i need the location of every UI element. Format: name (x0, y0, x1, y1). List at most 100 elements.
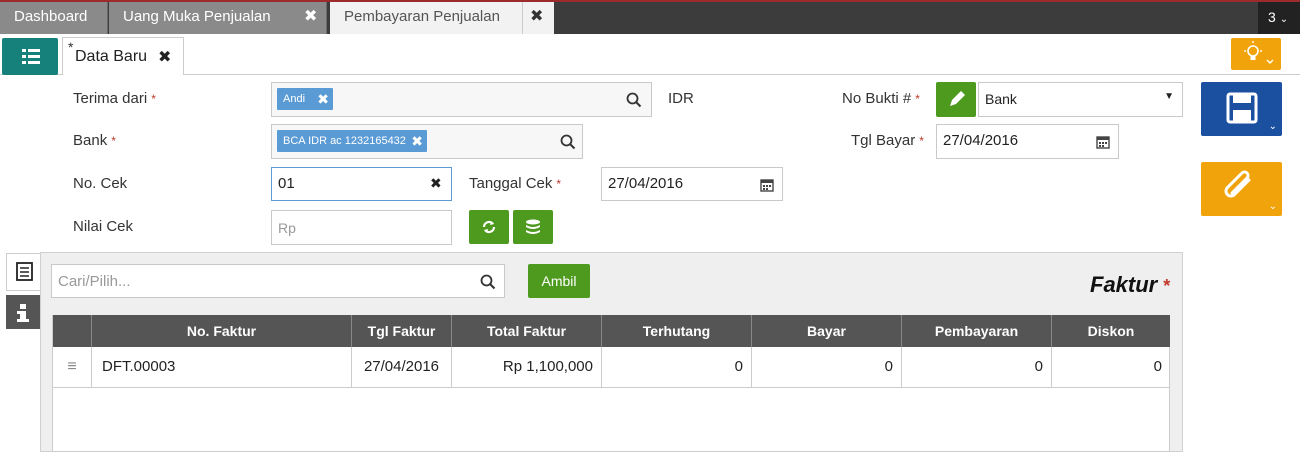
terima-dari-field[interactable]: Andi ✖ (271, 82, 652, 117)
required-marker: * (915, 92, 920, 106)
nilai-cek-input[interactable]: Rp (271, 210, 452, 245)
terima-dari-label-text: Terima dari (73, 90, 148, 107)
save-button[interactable]: ⌄ (1201, 82, 1282, 136)
ambil-button[interactable]: Ambil (528, 264, 590, 298)
close-icon[interactable]: ✖ (530, 2, 543, 32)
info-icon (17, 304, 29, 322)
nilai-cek-placeholder: Rp (278, 220, 296, 236)
search-icon[interactable] (480, 274, 496, 290)
list-icon (22, 49, 40, 64)
subtab-divider (0, 74, 1300, 75)
column-header: Total Faktur (452, 315, 602, 347)
tab-dashboard-label: Dashboard (14, 8, 88, 25)
required-marker: * (111, 134, 116, 148)
column-header: No. Faktur (92, 315, 352, 347)
no-bukti-label-text: No Bukti # (842, 90, 912, 107)
terima-dari-label: Terima dari * (73, 90, 156, 107)
nilai-cek-label: Nilai Cek (73, 218, 134, 235)
edit-no-bukti-button[interactable] (936, 82, 976, 117)
faktur-search-placeholder: Cari/Pilih... (58, 273, 131, 290)
tips-button[interactable] (1231, 38, 1281, 70)
remove-chip-icon[interactable]: ✖ (317, 88, 329, 110)
table-cell-no-faktur[interactable]: DFT.00003 (92, 347, 352, 388)
tgl-bayar-field[interactable]: 27/04/2016 (936, 124, 1119, 159)
bank-chip: BCA IDR ac 1232165432 ✖ (277, 130, 427, 152)
info-tab[interactable] (6, 295, 40, 329)
faktur-title: Faktur * (1090, 272, 1170, 298)
bank-label-text: Bank (73, 132, 108, 149)
pencil-icon (950, 91, 965, 106)
column-header: Terhutang (602, 315, 752, 347)
no-cek-input[interactable]: 01 ✖ (271, 167, 452, 201)
chevron-down-icon: ⌄ (1268, 121, 1277, 132)
search-icon[interactable] (626, 92, 642, 108)
document-list-icon (16, 262, 33, 281)
tab-data-baru[interactable]: * Data Baru ✖ (62, 37, 184, 75)
currency-label: IDR (668, 90, 694, 107)
stack-button[interactable] (513, 210, 553, 244)
tab-pembayaran-label: Pembayaran Penjualan (344, 8, 500, 25)
remove-chip-icon[interactable]: ✖ (411, 130, 423, 152)
detail-list-tab[interactable] (6, 253, 40, 291)
faktur-table: No. Faktur Tgl Faktur Total Faktur Terhu… (52, 315, 1170, 452)
required-marker: * (919, 134, 924, 148)
refresh-icon (482, 220, 496, 234)
table-cell-pembayaran[interactable]: 0 (902, 347, 1052, 388)
table-cell-bayar[interactable]: 0 (752, 347, 902, 388)
no-bukti-value: Bank (985, 91, 1017, 107)
table-cell-diskon[interactable]: 0 (1052, 347, 1170, 388)
column-header: Bayar (752, 315, 902, 347)
tgl-bayar-label-text: Tgl Bayar (851, 132, 916, 149)
table-cell-total-faktur: Rp 1,100,000 (452, 347, 602, 388)
required-marker: * (1163, 276, 1171, 296)
chevron-down-icon: ⌄ (1279, 14, 1289, 25)
tanggal-cek-label-text: Tanggal Cek (469, 175, 553, 192)
tab-count: 3 (1268, 9, 1276, 25)
tgl-bayar-value: 27/04/2016 (943, 132, 1019, 149)
required-marker: * (556, 177, 562, 191)
calendar-icon[interactable] (760, 178, 774, 192)
bank-label: Bank * (73, 132, 116, 149)
tab-pembayaran-penjualan[interactable]: Pembayaran Penjualan ✖ (330, 2, 554, 34)
bank-chip-label: BCA IDR ac 1232165432 (283, 135, 406, 147)
tab-uang-muka-penjualan[interactable]: Uang Muka Penjualan ✖ (109, 2, 327, 34)
faktur-search-input[interactable]: Cari/Pilih... (51, 264, 505, 298)
tab-data-baru-label: Data Baru (75, 48, 148, 65)
table-cell-terhutang: 0 (602, 347, 752, 388)
attachment-button[interactable]: ⌄ (1201, 162, 1282, 216)
required-marker: * (151, 92, 156, 106)
table-cell-tgl-faktur: 27/04/2016 (352, 347, 452, 388)
open-tabs-counter[interactable]: 3 ⌄ (1258, 2, 1300, 34)
close-icon[interactable]: ✖ (304, 2, 317, 32)
tanggal-cek-value: 27/04/2016 (608, 175, 684, 192)
clear-icon[interactable]: ✖ (430, 175, 442, 192)
faktur-title-text: Faktur (1090, 272, 1158, 297)
database-stack-icon (526, 219, 540, 234)
column-header: Diskon (1052, 315, 1170, 347)
close-icon[interactable]: ✖ (158, 47, 171, 67)
tanggal-cek-field[interactable]: 27/04/2016 (601, 167, 783, 201)
no-bukti-label: No Bukti # * (842, 90, 920, 107)
search-icon[interactable] (560, 134, 576, 150)
unsaved-marker: * (68, 39, 74, 55)
bank-field[interactable]: BCA IDR ac 1232165432 ✖ (271, 124, 583, 159)
no-cek-label: No. Cek (73, 175, 128, 192)
column-header: Tgl Faktur (352, 315, 452, 347)
tgl-bayar-label: Tgl Bayar * (851, 132, 924, 149)
chevron-down-icon: ⌄ (1268, 201, 1277, 212)
no-bukti-select[interactable]: Bank ▼ (978, 82, 1183, 117)
tab-divider (522, 2, 523, 34)
calendar-icon[interactable] (1096, 135, 1110, 149)
column-header: Pembayaran (902, 315, 1052, 347)
no-cek-value: 01 (278, 175, 295, 192)
drag-handle-icon[interactable]: ≡ (53, 347, 92, 388)
customer-chip-label: Andi (283, 93, 306, 105)
tab-uang-muka-label: Uang Muka Penjualan (123, 8, 271, 25)
list-view-button[interactable] (2, 38, 58, 75)
customer-chip: Andi ✖ (277, 88, 333, 110)
lightbulb-icon (1244, 41, 1274, 64)
refresh-button[interactable] (469, 210, 509, 244)
dropdown-arrow-icon: ▼ (1164, 91, 1174, 102)
table-header-handle (53, 315, 92, 347)
tab-dashboard[interactable]: Dashboard (0, 2, 108, 34)
